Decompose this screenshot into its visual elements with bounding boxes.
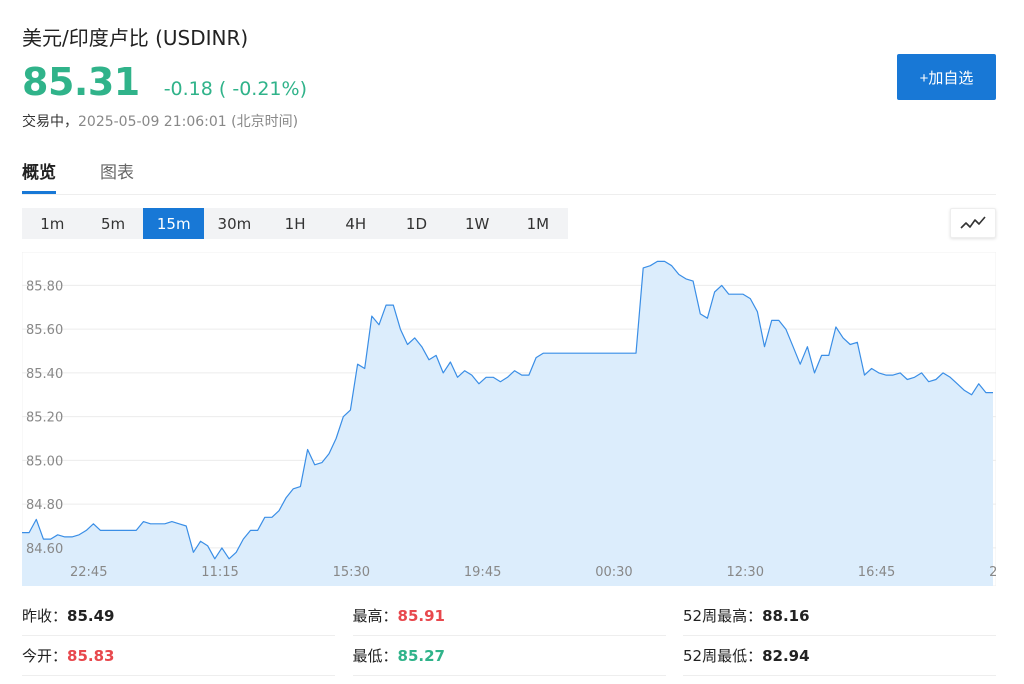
- stat-value: 85.27: [397, 646, 445, 665]
- line-chart-icon: [960, 216, 986, 229]
- period-1h[interactable]: 1H: [265, 208, 326, 239]
- stat-52w-low: 52周最低： 82.94: [683, 636, 996, 676]
- period-30m[interactable]: 30m: [204, 208, 265, 239]
- trading-status: 交易中，2025-05-09 21:06:01 (北京时间): [22, 111, 298, 131]
- y-tick-label: 84.80: [26, 498, 63, 513]
- stat-value: 88.16: [762, 606, 810, 625]
- price-chart-svg: 84.60 84.80 85.00 85.20 85.40 85.60 85.80 22:4…: [22, 252, 996, 586]
- stat-value: 85.49: [67, 606, 115, 625]
- x-tick-label: 00:30: [595, 565, 632, 580]
- period-15m[interactable]: 15m: [143, 208, 205, 239]
- stat-label: 52周最低：: [683, 647, 763, 665]
- chart-type-button[interactable]: [950, 208, 996, 238]
- add-to-watchlist-button[interactable]: +加自选: [897, 54, 996, 100]
- y-tick-label: 85.60: [26, 323, 63, 338]
- stat-label: 昨收：: [22, 607, 68, 625]
- x-tick-label: 22:45: [70, 565, 107, 580]
- tab-chart[interactable]: 图表: [100, 158, 134, 194]
- status-text: 交易中，: [22, 114, 78, 130]
- stat-value: 85.91: [397, 606, 445, 625]
- period-1m[interactable]: 1m: [22, 208, 83, 239]
- stats-table: 昨收： 85.49 最高： 85.91 52周最高： 88.16 今开： 85.…: [22, 596, 996, 676]
- x-tick-label: 11:15: [201, 565, 238, 580]
- stat-open: 今开： 85.83: [22, 636, 335, 676]
- price-change: -0.18 ( -0.21%): [163, 78, 307, 100]
- tab-divider: [22, 194, 996, 195]
- stats-row: 今开： 85.83 最低： 85.27 52周最低： 82.94: [22, 636, 996, 676]
- x-tick-label: 16:45: [858, 565, 895, 580]
- y-tick-label: 84.60: [26, 542, 63, 557]
- stats-row: 昨收： 85.49 最高： 85.91 52周最高： 88.16: [22, 596, 996, 636]
- stat-low: 最低： 85.27: [352, 636, 666, 676]
- stat-label: 今开：: [22, 647, 68, 665]
- stat-high: 最高： 85.91: [352, 596, 666, 636]
- stat-label: 最低：: [352, 647, 398, 665]
- stat-value: 82.94: [762, 646, 810, 665]
- stat-value: 85.83: [67, 646, 115, 665]
- y-tick-label: 85.40: [26, 367, 63, 382]
- stat-label: 52周最高：: [683, 607, 763, 625]
- current-price: 85.31: [22, 60, 140, 104]
- y-tick-label: 85.20: [26, 411, 63, 426]
- stat-52w-high: 52周最高： 88.16: [683, 596, 996, 636]
- stat-label: 最高：: [352, 607, 398, 625]
- x-tick-label: 12:30: [727, 565, 764, 580]
- period-1d[interactable]: 1D: [386, 208, 447, 239]
- y-tick-label: 85.00: [26, 454, 63, 469]
- period-1mo[interactable]: 1M: [508, 208, 569, 239]
- x-tick-label: 15:30: [333, 565, 370, 580]
- period-selector: 1m 5m 15m 30m 1H 4H 1D 1W 1M: [22, 208, 569, 239]
- stat-prev-close: 昨收： 85.49: [22, 596, 335, 636]
- tab-bar: 概览 图表: [22, 158, 178, 194]
- x-tick-label: 19:45: [464, 565, 501, 580]
- page-title: 美元/印度卢比 (USDINR): [22, 26, 249, 50]
- period-5m[interactable]: 5m: [83, 208, 144, 239]
- period-4h[interactable]: 4H: [325, 208, 386, 239]
- y-tick-label: 85.80: [26, 279, 63, 294]
- status-timestamp: 2025-05-09 21:06:01 (北京时间): [78, 114, 299, 130]
- price-chart[interactable]: 84.60 84.80 85.00 85.20 85.40 85.60 85.80 22:4…: [22, 252, 996, 586]
- tab-overview[interactable]: 概览: [22, 158, 56, 194]
- price-row: 85.31 -0.18 ( -0.21%): [22, 60, 307, 104]
- x-tick-label: 21:00: [989, 565, 996, 580]
- period-1w[interactable]: 1W: [447, 208, 508, 239]
